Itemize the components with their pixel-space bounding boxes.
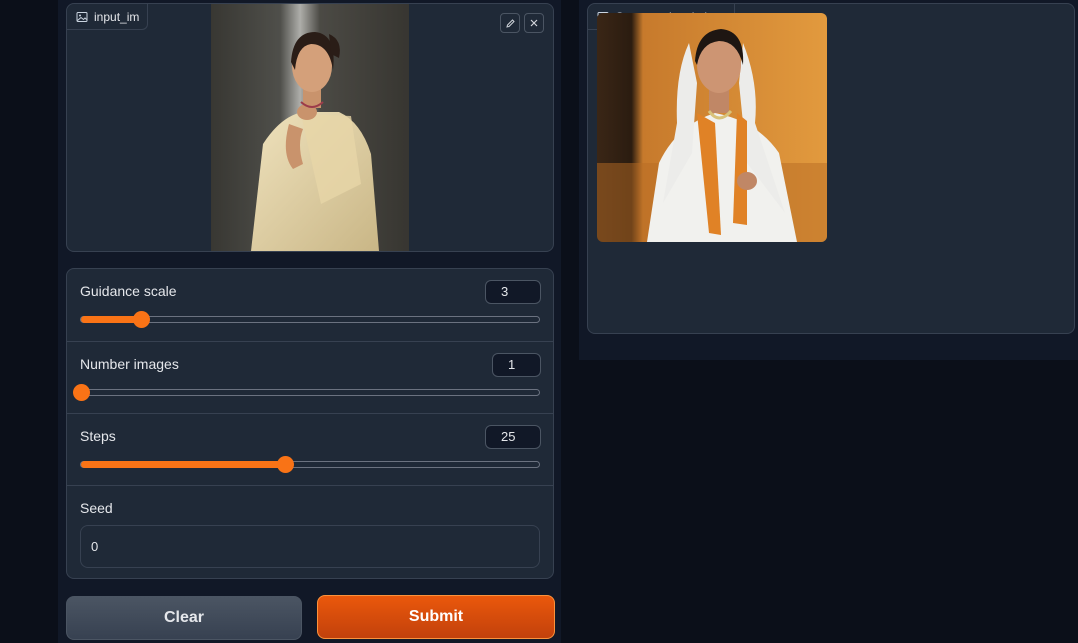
number-images-input[interactable]: 1 <box>492 353 541 377</box>
steps-thumb[interactable] <box>276 456 294 473</box>
output-column: Generated variations <box>579 0 1078 360</box>
steps-row: Steps 25 <box>67 414 553 486</box>
input-photo <box>211 4 409 251</box>
steps-input[interactable]: 25 <box>485 425 541 449</box>
clear-button[interactable]: Clear <box>66 596 302 640</box>
number-images-label: Number images <box>80 356 179 372</box>
submit-button[interactable]: Submit <box>317 595 555 639</box>
generated-variations-gallery: Generated variations <box>587 3 1075 334</box>
input-image-panel[interactable]: input_im <box>66 3 554 252</box>
steps-label: Steps <box>80 428 116 444</box>
number-images-thumb[interactable] <box>73 384 90 401</box>
guidance-scale-label: Guidance scale <box>80 283 177 299</box>
steps-fill <box>81 461 285 468</box>
guidance-scale-slider[interactable] <box>80 311 540 328</box>
settings-panel: Guidance scale 3 Number images 1 Steps 2… <box>66 268 554 579</box>
steps-slider[interactable] <box>80 456 540 473</box>
input-column: input_im Guidance scale 3 Number images … <box>58 0 561 643</box>
app-page: input_im Guidance scale 3 Number images … <box>0 0 1078 643</box>
guidance-scale-row: Guidance scale 3 <box>67 269 553 342</box>
guidance-scale-thumb[interactable] <box>132 311 150 328</box>
edit-image-button[interactable] <box>500 13 520 33</box>
guidance-scale-input[interactable]: 3 <box>485 280 541 304</box>
input-image-label-text: input_im <box>94 9 140 24</box>
input-image-label: input_im <box>67 4 149 30</box>
guidance-scale-fill <box>81 316 141 323</box>
seed-row: Seed 0 <box>67 486 553 580</box>
clear-image-button[interactable] <box>524 13 544 33</box>
seed-label: Seed <box>80 500 113 516</box>
pencil-icon <box>505 18 515 28</box>
generated-image-thumbnail[interactable] <box>597 13 827 242</box>
number-images-row: Number images 1 <box>67 342 553 414</box>
close-icon <box>530 19 538 27</box>
seed-input[interactable]: 0 <box>80 525 540 568</box>
image-icon <box>76 11 88 22</box>
number-images-slider[interactable] <box>73 384 540 401</box>
